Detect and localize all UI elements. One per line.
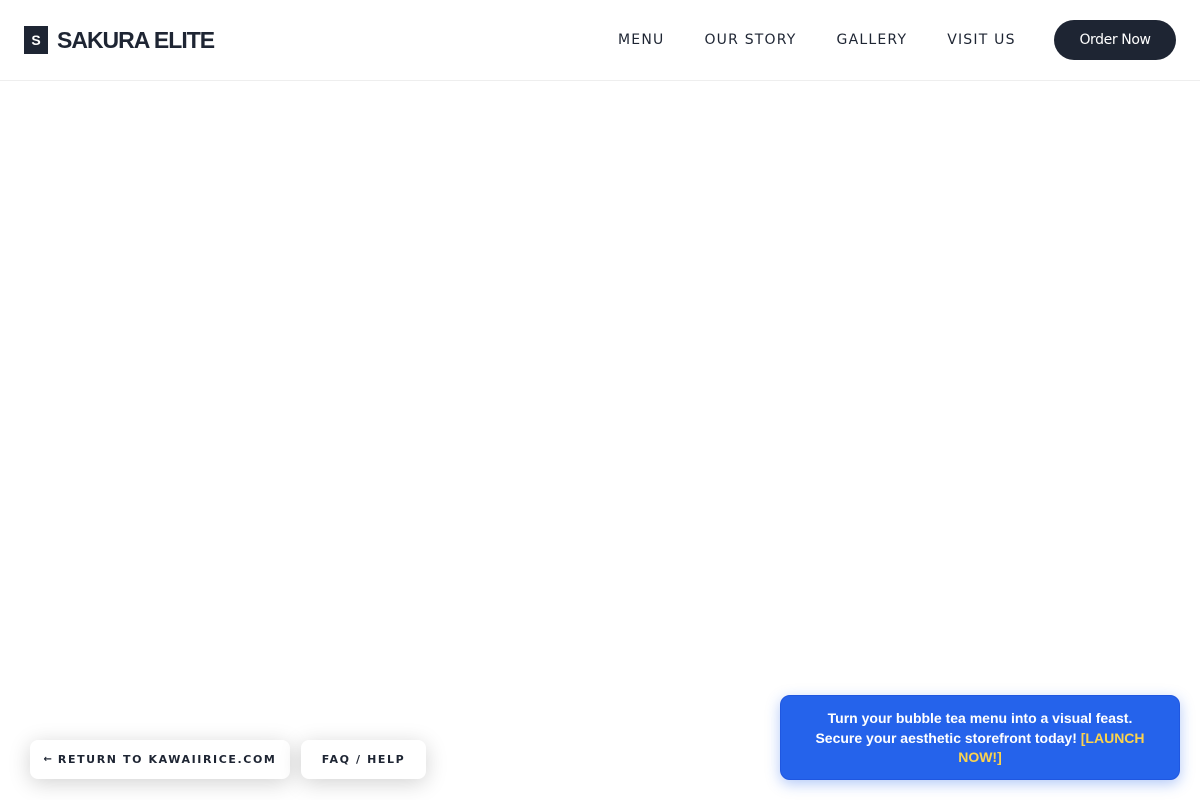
promo-line-1: Turn your bubble tea menu into a visual …: [827, 710, 1133, 726]
faq-help-label: FAQ / HELP: [321, 753, 406, 766]
nav-link-gallery[interactable]: GALLERY: [837, 30, 908, 50]
nav-link-visit-us[interactable]: VISIT US: [947, 30, 1015, 50]
faq-help-button[interactable]: FAQ / HELP: [301, 740, 426, 779]
order-now-button[interactable]: Order Now: [1054, 20, 1176, 60]
main-nav: MENU OUR STORY GALLERY VISIT US: [618, 30, 1016, 50]
nav-link-our-story[interactable]: OUR STORY: [704, 30, 796, 50]
site-header: S SAKURA ELITE MENU OUR STORY GALLERY VI…: [0, 0, 1200, 81]
promo-line-2: Secure your aesthetic storefront today!: [815, 729, 1077, 746]
arrow-left-icon: ←: [43, 754, 52, 765]
brand-mark: S: [24, 26, 48, 54]
return-to-site-label: RETURN TO KAWAIIRICE.COM: [57, 753, 277, 766]
nav-link-menu[interactable]: MENU: [618, 30, 664, 50]
promo-banner[interactable]: Turn your bubble tea menu into a visual …: [780, 695, 1180, 780]
return-to-site-button[interactable]: ← RETURN TO KAWAIIRICE.COM: [30, 740, 290, 779]
brand-name: SAKURA ELITE: [57, 27, 215, 53]
brand-logo[interactable]: S SAKURA ELITE: [24, 26, 215, 54]
